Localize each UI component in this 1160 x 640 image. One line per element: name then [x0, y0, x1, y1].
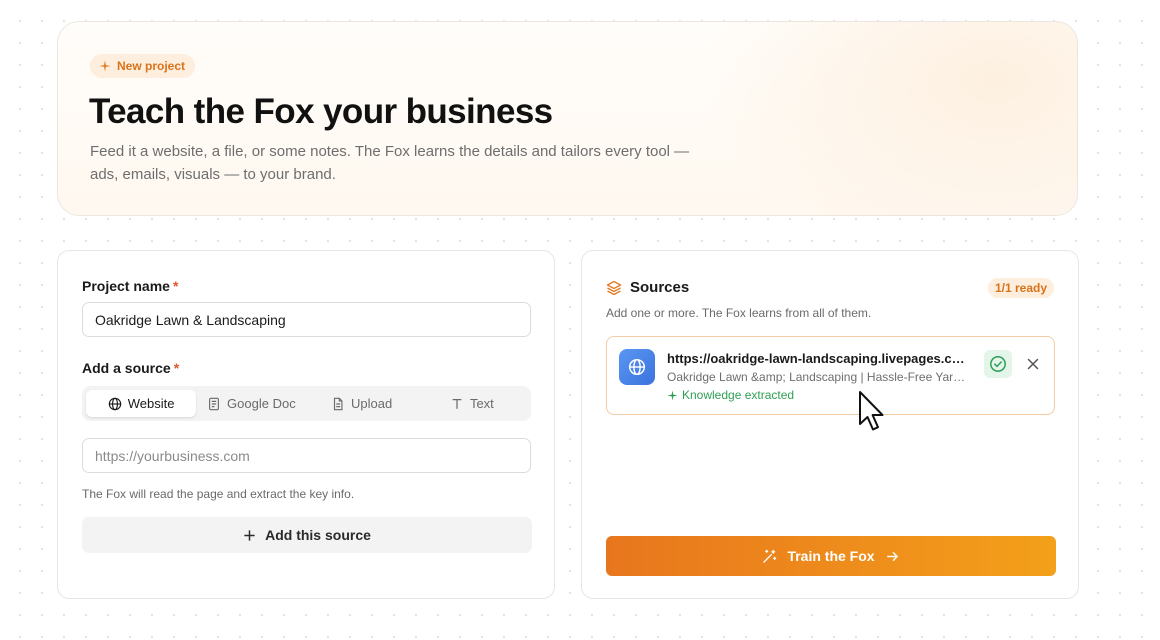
required-mark: * — [172, 278, 179, 294]
sources-header: Sources — [606, 279, 689, 296]
document-icon — [209, 397, 219, 410]
url-hint: The Fox will read the page and extract t… — [82, 487, 355, 501]
tab-website[interactable]: Website — [86, 390, 197, 417]
source-type-tabs: Website Google Doc Upload Text — [82, 386, 531, 421]
source-page-title: Oakridge Lawn &amp; Landscaping | Hassle… — [667, 370, 967, 384]
add-source-button-label: Add this source — [265, 527, 371, 543]
add-source-label-text: Add a source — [82, 360, 171, 376]
project-name-label-text: Project name — [82, 278, 170, 294]
remove-source-button[interactable] — [1020, 351, 1046, 377]
arrow-right-icon — [886, 551, 898, 561]
source-type-tile — [619, 349, 655, 385]
add-source-label: Add a source * — [82, 360, 179, 376]
sparkle-icon — [667, 389, 678, 401]
sparkle-icon — [99, 60, 111, 72]
tab-upload[interactable]: Upload — [307, 390, 417, 417]
magic-wand-icon — [763, 549, 777, 563]
tab-google-doc[interactable]: Google Doc — [196, 390, 306, 417]
sources-description: Add one or more. The Fox learns from all… — [606, 306, 872, 320]
hero-banner: New project Teach the Fox your business … — [57, 21, 1078, 216]
page-title: Teach the Fox your business — [89, 92, 553, 131]
tab-upload-label: Upload — [351, 396, 393, 411]
new-project-badge: New project — [90, 54, 196, 78]
add-source-button[interactable]: Add this source — [82, 517, 532, 553]
source-status: Knowledge extracted — [667, 388, 794, 402]
tab-website-label: Website — [127, 396, 175, 411]
layers-icon — [606, 280, 622, 295]
sources-card: Sources 1/1 ready Add one or more. The F… — [581, 250, 1079, 599]
file-icon — [333, 397, 343, 410]
source-status-text: Knowledge extracted — [682, 388, 795, 402]
website-url-input[interactable] — [82, 438, 531, 473]
train-button[interactable]: Train the Fox — [606, 536, 1056, 576]
project-name-input[interactable] — [82, 302, 531, 337]
source-ready-badge — [984, 350, 1012, 378]
project-name-label: Project name * — [82, 278, 178, 294]
source-item[interactable]: https://oakridge-lawn-landscaping.livepa… — [606, 336, 1055, 415]
check-circle-icon — [990, 356, 1006, 372]
tab-google-doc-label: Google Doc — [227, 396, 296, 411]
train-button-label: Train the Fox — [787, 548, 875, 564]
tab-text-label: Text — [469, 396, 494, 411]
text-icon — [452, 398, 462, 409]
ready-count-badge: 1/1 ready — [987, 278, 1054, 298]
project-form-card: Project name* Add a source* Website Goog… — [57, 250, 555, 599]
badge-label: New project — [117, 59, 186, 73]
globe-icon — [628, 358, 646, 376]
tab-text[interactable]: Text — [417, 390, 527, 417]
sources-title: Sources — [630, 279, 690, 296]
plus-icon — [244, 529, 255, 541]
page-subtitle: Feed it a website, a file, or some notes… — [90, 143, 690, 183]
globe-icon — [108, 397, 122, 410]
required-mark: * — [173, 360, 180, 376]
source-url: https://oakridge-lawn-landscaping.livepa… — [667, 351, 969, 366]
close-icon — [1027, 358, 1039, 370]
